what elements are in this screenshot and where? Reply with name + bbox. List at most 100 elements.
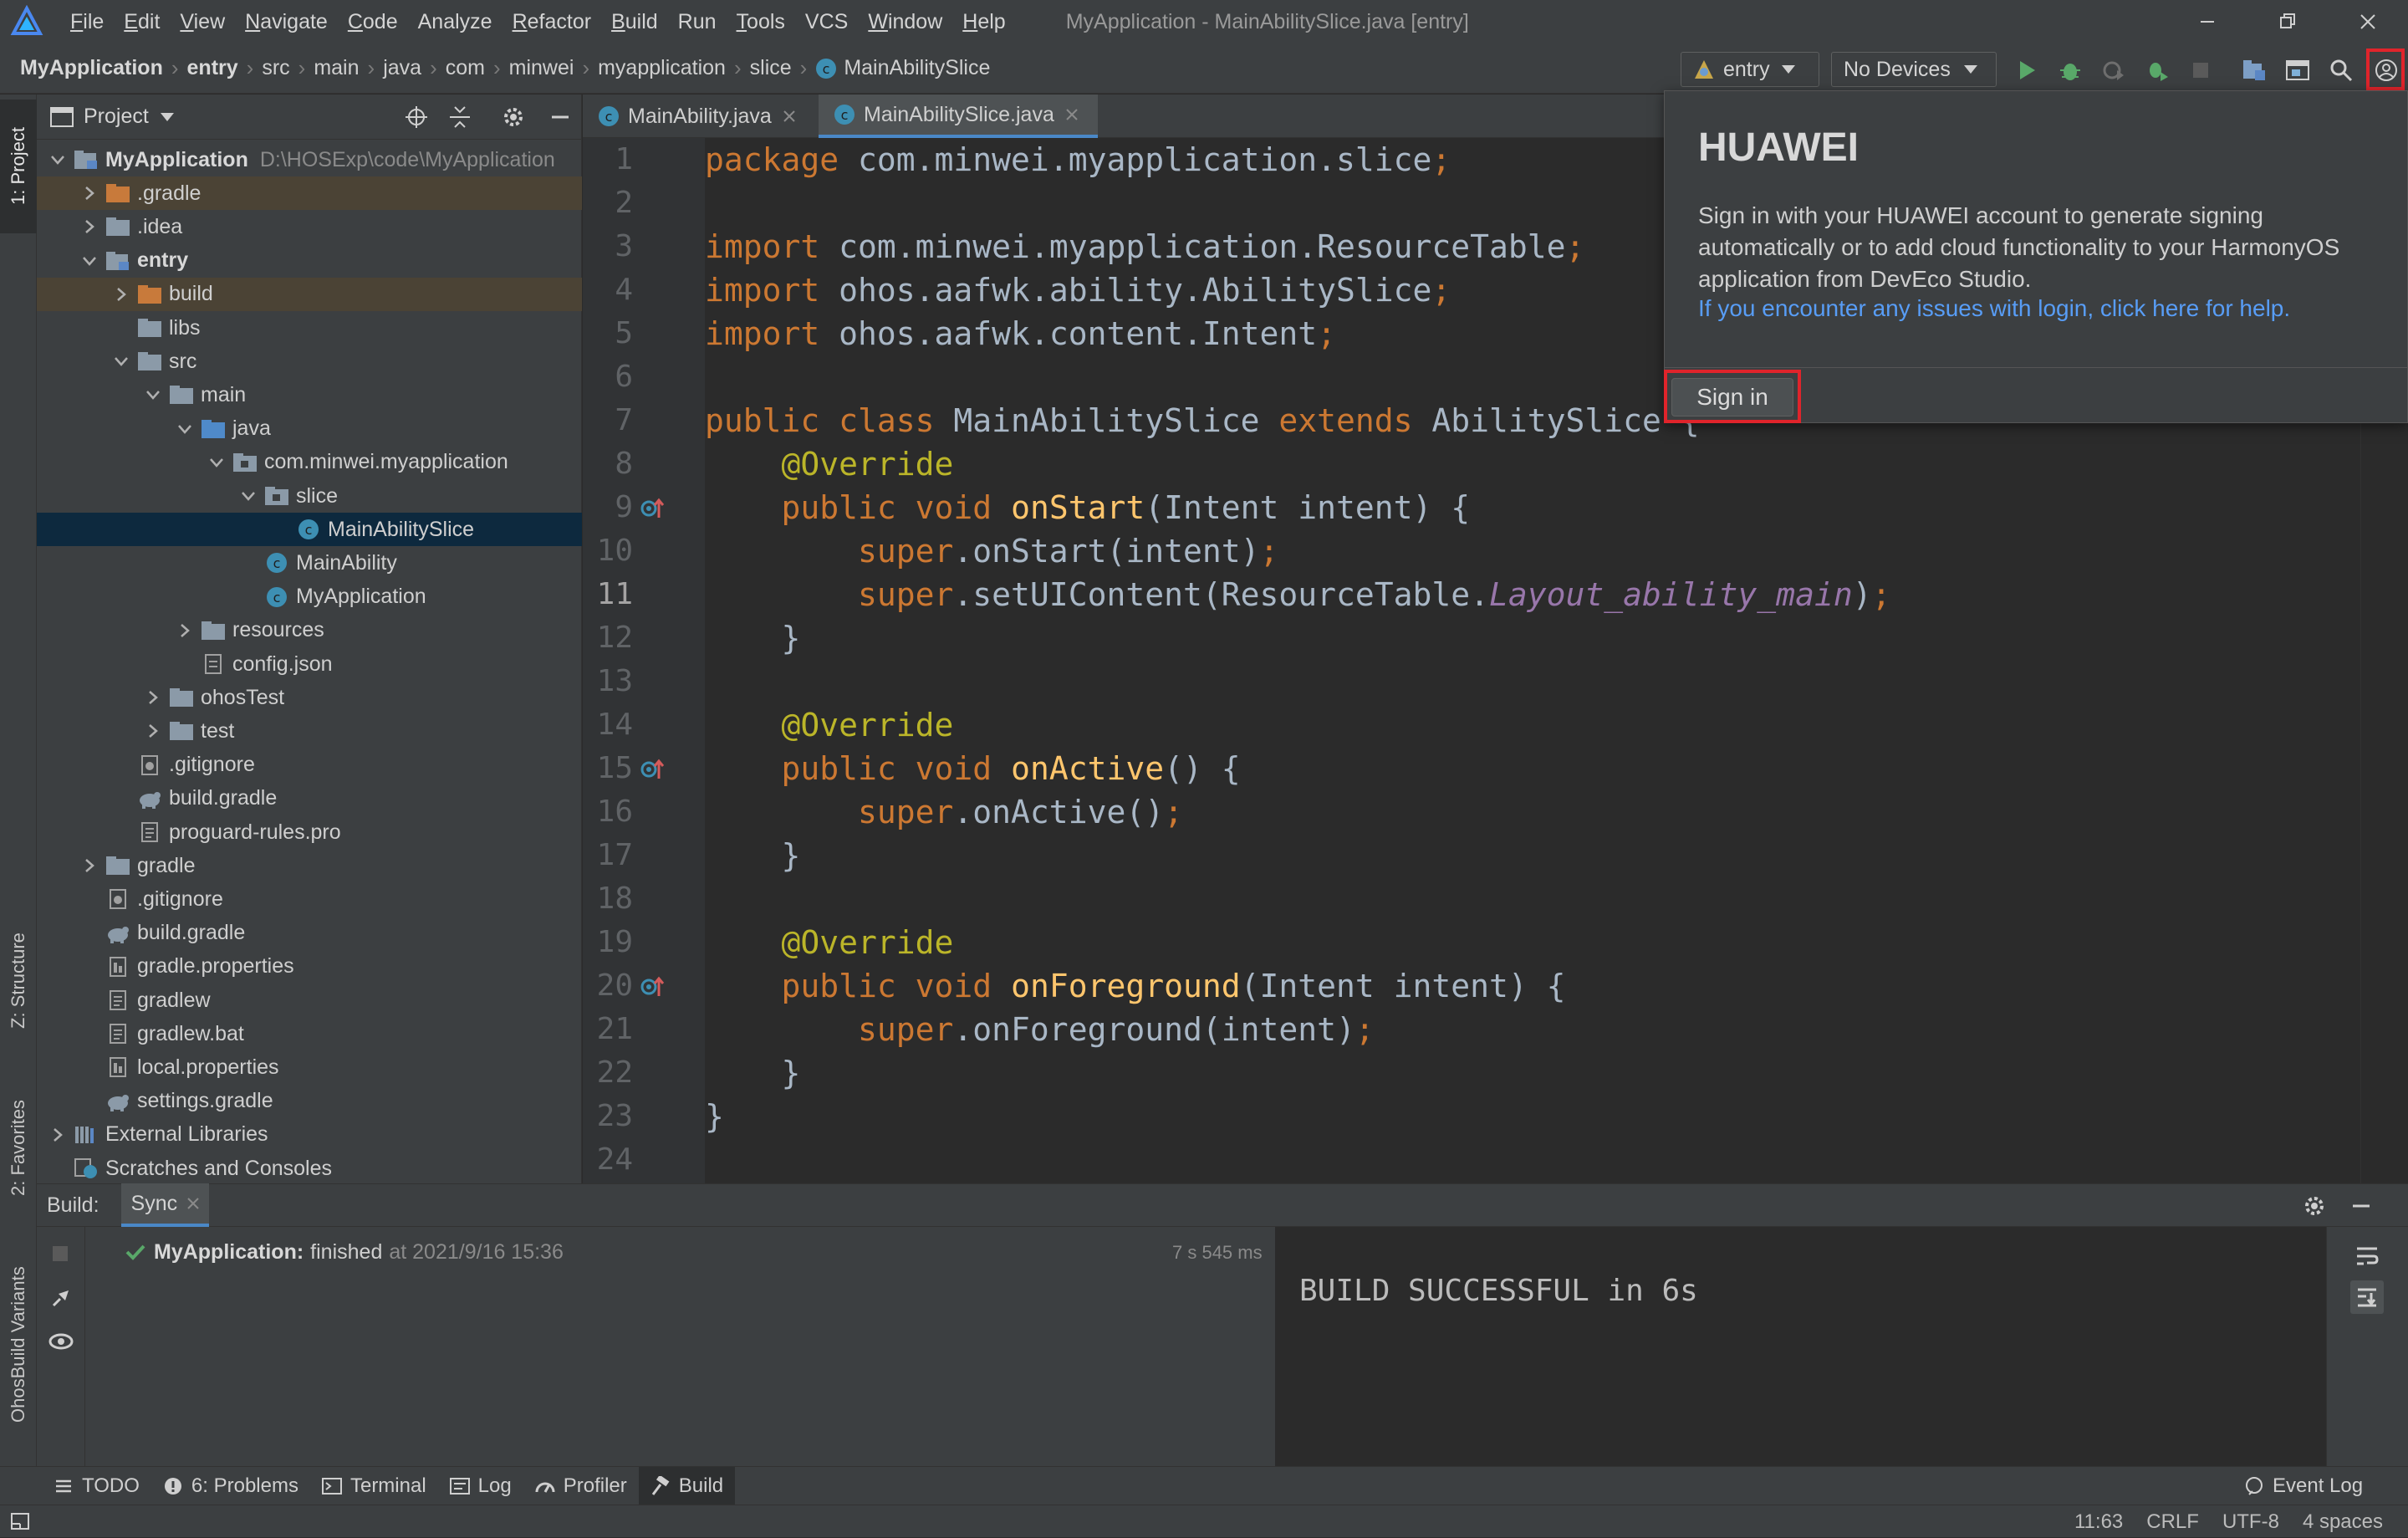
chevron-down-icon[interactable] [239,487,258,505]
line-separator[interactable]: CRLF [2135,1510,2211,1534]
stop-icon[interactable] [2186,55,2216,85]
chevron-right-icon[interactable] [80,184,99,202]
tree-item[interactable]: config.json [37,647,582,681]
chevron-down-icon[interactable] [80,252,99,270]
project-structure-icon[interactable] [2239,55,2269,85]
tool-window-profiler[interactable]: Profiler [523,1467,639,1505]
tab-structure[interactable]: Z: Structure [0,897,37,1065]
menu-view[interactable]: View [170,0,235,43]
tree-item[interactable]: gradlew [37,984,582,1017]
eye-icon[interactable] [48,1331,74,1352]
chevron-down-icon[interactable] [207,453,226,472]
gear-icon[interactable] [502,105,525,129]
tree-item[interactable]: build.gradle [37,782,582,815]
menu-run[interactable]: Run [668,0,727,43]
restore-button[interactable] [2247,0,2328,43]
tree-item[interactable]: java [37,412,582,446]
build-task-row[interactable]: MyApplication: finished at 2021/9/16 15:… [125,1235,564,1269]
device-combo[interactable]: No Devices [1831,52,1997,87]
tree-item[interactable]: c MainAbilitySlice [37,513,582,547]
profile-icon[interactable] [2099,55,2129,85]
hide-panel-icon[interactable] [548,105,572,129]
chevron-right-icon[interactable] [80,217,99,236]
tree-item[interactable]: gradle [37,849,582,882]
scroll-to-end-icon[interactable] [2350,1280,2384,1314]
tree-item[interactable]: proguard-rules.pro [37,815,582,849]
menu-vcs[interactable]: VCS [795,0,858,43]
tree-item[interactable]: .idea [37,210,582,243]
menu-build[interactable]: Build [601,0,668,43]
tree-item[interactable]: entry [37,244,582,278]
collapse-all-icon[interactable] [448,105,472,129]
chevron-right-icon[interactable] [144,722,162,740]
tree-item[interactable]: com.minwei.myapplication [37,446,582,479]
chevron-right-icon[interactable] [112,285,130,304]
chevron-right-icon[interactable] [144,688,162,707]
tree-item[interactable]: settings.gradle [37,1085,582,1118]
gear-icon[interactable] [2303,1194,2326,1218]
breadcrumb-item[interactable]: c MainAbilitySlice [809,43,997,94]
breadcrumb-item[interactable]: slice [743,43,798,94]
menu-navigate[interactable]: Navigate [235,0,338,43]
close-tab-icon[interactable] [187,1198,199,1209]
tree-item[interactable]: build [37,277,582,311]
tab-project[interactable]: 1: Project [0,100,37,233]
breadcrumb-item[interactable]: java [376,43,428,94]
menu-window[interactable]: Window [858,0,952,43]
tab-main-ability-slice[interactable]: c MainAbilitySlice.java [819,95,1098,138]
menu-analyze[interactable]: Analyze [408,0,503,43]
tab-main-ability[interactable]: c MainAbility.java [583,95,819,138]
hide-panel-icon[interactable] [2349,1194,2373,1218]
debug-icon[interactable] [2055,55,2085,85]
tool-window-todo[interactable]: TODO [42,1467,151,1505]
tree-item[interactable]: MyApplication D:\HOSExp\code\MyApplicatio… [37,143,582,176]
breadcrumb-item[interactable]: main [307,43,365,94]
breadcrumb-item[interactable]: src [255,43,296,94]
override-marker-icon[interactable] [640,974,665,998]
tree-item[interactable]: libs [37,311,582,345]
tool-window-problems[interactable]: 6: Problems [151,1467,310,1505]
menu-code[interactable]: Code [338,0,408,43]
override-marker-icon[interactable] [640,757,665,780]
tool-window-log[interactable]: Log [438,1467,523,1505]
build-console[interactable]: BUILD SUCCESSFUL in 6s [1276,1227,2326,1466]
breadcrumb-item[interactable]: com [439,43,492,94]
tree-item[interactable]: c MainAbility [37,546,582,580]
breadcrumb-item[interactable]: minwei [503,43,581,94]
tree-item[interactable]: External Libraries [37,1118,582,1152]
chevron-right-icon[interactable] [48,1126,67,1144]
close-tab-icon[interactable] [1066,109,1078,120]
tree-item[interactable]: .gitignore [37,882,582,916]
device-manager-icon[interactable] [2283,55,2313,85]
indent-setting[interactable]: 4 spaces [2291,1510,2395,1534]
status-layout-icon[interactable] [10,1511,30,1531]
tree-item[interactable]: gradle.properties [37,950,582,984]
chevron-down-icon[interactable] [48,151,67,169]
tree-item[interactable]: Scratches and Consoles [37,1152,582,1185]
stop-icon[interactable] [50,1244,70,1264]
menu-edit[interactable]: Edit [114,0,170,43]
breadcrumb-item[interactable]: entry [181,43,245,94]
tree-item[interactable]: src [37,345,582,378]
chevron-right-icon[interactable] [176,621,194,640]
tool-window-terminal[interactable]: Terminal [310,1467,438,1505]
breadcrumb-item[interactable]: MyApplication [13,43,170,94]
tab-favorites[interactable]: 2: Favorites [0,1073,37,1224]
tree-item[interactable]: resources [37,614,582,647]
menu-help[interactable]: Help [952,0,1015,43]
tree-item[interactable]: local.properties [37,1050,582,1084]
close-tab-icon[interactable] [783,110,795,122]
project-view-selector[interactable]: Project [84,105,149,129]
pin-icon[interactable] [50,1287,72,1309]
menu-file[interactable]: File [60,0,114,43]
tree-item[interactable]: slice [37,479,582,513]
breadcrumb-item[interactable]: myapplication [591,43,732,94]
tree-item[interactable]: test [37,714,582,748]
minimize-button[interactable] [2167,0,2247,43]
chevron-down-icon[interactable] [176,420,194,438]
tree-item[interactable]: .gitignore [37,749,582,782]
menu-tools[interactable]: Tools [727,0,795,43]
menu-refactor[interactable]: Refactor [503,0,602,43]
tree-item[interactable]: ohosTest [37,681,582,714]
run-icon[interactable] [2012,55,2042,85]
